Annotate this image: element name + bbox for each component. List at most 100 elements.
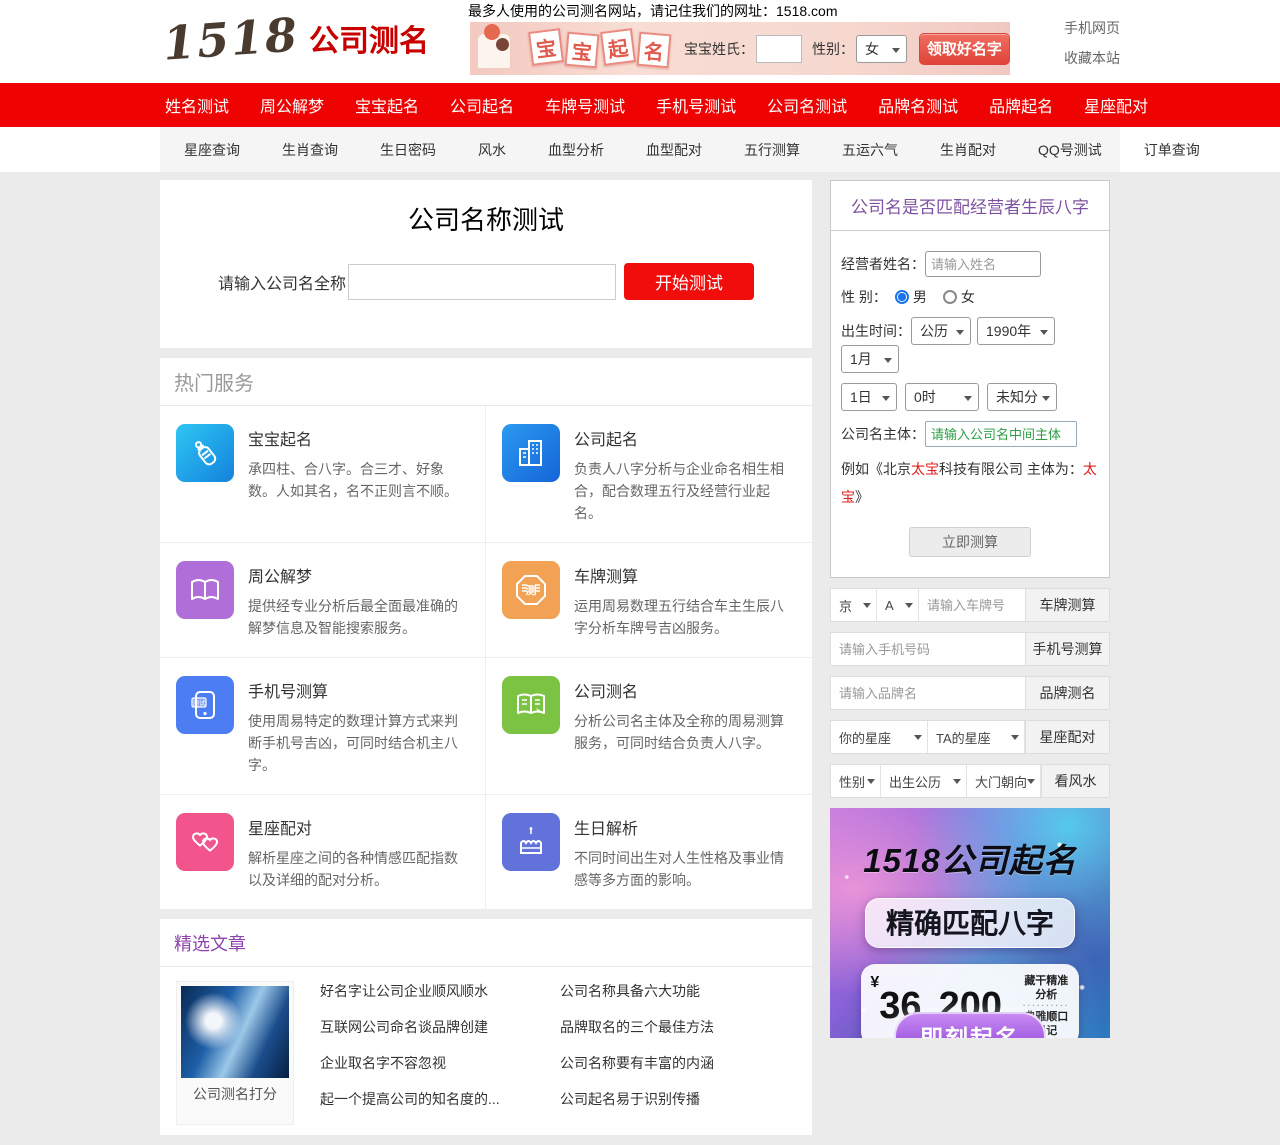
gender-male-label[interactable]: 男 xyxy=(913,287,927,307)
nav-item-brand-naming[interactable]: 品牌起名 xyxy=(989,93,1053,117)
fengshui-button[interactable]: 看风水 xyxy=(1041,765,1109,797)
service-title[interactable]: 车牌测算 xyxy=(574,563,796,587)
gender-female-radio[interactable] xyxy=(943,290,957,304)
nav-item-zodiac-match[interactable]: 星座配对 xyxy=(1084,93,1148,117)
article-link[interactable]: 公司名称具备六大功能 xyxy=(560,981,800,1001)
year-select[interactable]: 1990年 xyxy=(977,317,1055,345)
company-name-test-panel: 公司名称测试 请输入公司名全称 开始测试 xyxy=(160,180,812,348)
plate-letter-select[interactable]: A xyxy=(877,589,919,621)
service-desc: 运用周易数理五行结合车主生辰八字分析车牌号吉凶服务。 xyxy=(574,595,796,639)
birth-time-label: 出生时间： xyxy=(841,321,911,341)
nav-item-name-test[interactable]: 姓名测试 xyxy=(165,93,229,117)
service-desc: 分析公司名主体及全称的周易测算服务，可同时结合负责人八字。 xyxy=(574,710,796,754)
baby-naming-banner[interactable]: 宝 宝 起 名 宝宝姓氏： 性别： 女 领取好名字 xyxy=(470,22,1010,75)
bazi-match-panel: 公司名是否匹配经营者生辰八字 经营者姓名： 性 别： 男 女 出生时间： 公历 … xyxy=(830,180,1110,578)
subnav-item-constellation[interactable]: 星座查询 xyxy=(184,140,240,160)
service-card-company-naming[interactable]: 公司起名 负责人八字分析与企业命名相生相合，配合数理五行及经营行业起名。 xyxy=(486,406,812,543)
phone-number-input[interactable] xyxy=(831,633,1025,665)
article-link[interactable]: 公司起名易于识别传播 xyxy=(560,1089,800,1109)
subnav-item-order-query[interactable]: 订单查询 xyxy=(1144,140,1200,160)
svg-text:测试: 测试 xyxy=(193,698,207,707)
get-name-button[interactable]: 领取好名字 xyxy=(919,33,1010,65)
nav-item-brand-name-test[interactable]: 品牌名测试 xyxy=(878,93,958,117)
nav-item-company-name-test[interactable]: 公司名测试 xyxy=(767,93,847,117)
subnav-item-wuyun[interactable]: 五运六气 xyxy=(842,140,898,160)
operator-name-input[interactable] xyxy=(925,251,1041,277)
site-notice: 最多人使用的公司测名网站，请记住我们的网址：1518.com xyxy=(468,1,837,21)
service-title[interactable]: 宝宝起名 xyxy=(248,426,469,450)
service-card-zodiac-match[interactable]: 星座配对 解析星座之间的各种情感匹配指数以及详细的配对分析。 xyxy=(160,795,486,909)
article-link[interactable]: 企业取名字不容忽视 xyxy=(320,1053,560,1073)
article-thumbnail[interactable]: 公司测名打分 xyxy=(176,981,294,1125)
brand-name-input[interactable] xyxy=(831,677,1025,709)
nav-item-plate-test[interactable]: 车牌号测试 xyxy=(545,93,625,117)
site-logo[interactable]: 1518 公司测名 xyxy=(163,16,429,62)
mobile-site-link[interactable]: 手机网页 xyxy=(1064,18,1120,38)
service-card-phone-test[interactable]: 测试 手机号测算 使用周易特定的数理计算方式来判断手机号吉凶，可同时结合机主八字… xyxy=(160,658,486,795)
gender-female-label[interactable]: 女 xyxy=(961,287,975,307)
subnav-item-qq-test[interactable]: QQ号测试 xyxy=(1038,140,1102,160)
start-test-button[interactable]: 开始测试 xyxy=(624,263,754,300)
subnav-item-shengxiao[interactable]: 生肖查询 xyxy=(282,140,338,160)
gender-male-radio[interactable] xyxy=(895,290,909,304)
mother-baby-illustration xyxy=(470,22,522,75)
plate-province-select[interactable]: 京 xyxy=(831,589,877,621)
ta-sign-select[interactable]: TA的星座 xyxy=(928,721,1025,753)
door-direction-select[interactable]: 大门朝向 xyxy=(967,765,1041,797)
service-title[interactable]: 公司测名 xyxy=(574,678,796,702)
plate-test-button[interactable]: 车牌测算 xyxy=(1025,589,1109,621)
hearts-icon xyxy=(176,813,234,871)
bookmark-link[interactable]: 收藏本站 xyxy=(1064,48,1120,68)
plate-number-input[interactable] xyxy=(919,589,1025,621)
service-title[interactable]: 星座配对 xyxy=(248,815,469,839)
article-link[interactable]: 好名字让公司企业顺风顺水 xyxy=(320,981,560,1001)
company-subject-label: 公司名主体： xyxy=(841,424,925,444)
subnav-item-wuxing[interactable]: 五行测算 xyxy=(744,140,800,160)
baby-surname-input[interactable] xyxy=(756,35,802,63)
subnav-item-blood-match[interactable]: 血型配对 xyxy=(646,140,702,160)
baby-gender-select[interactable]: 女 xyxy=(856,35,907,63)
minute-select[interactable]: 未知分 xyxy=(987,383,1057,411)
nav-item-baby-naming[interactable]: 宝宝起名 xyxy=(355,93,419,117)
calculate-now-button[interactable]: 立即测算 xyxy=(909,527,1031,557)
service-card-plate-test[interactable]: 测 车牌测算 运用周易数理五行结合车主生辰八字分析车牌号吉凶服务。 xyxy=(486,543,812,658)
fengshui-birth-select[interactable]: 出生公历 xyxy=(881,765,967,797)
name-now-button[interactable]: 即刻起名 xyxy=(894,1012,1046,1038)
thumbnail-caption[interactable]: 公司测名打分 xyxy=(181,1084,289,1104)
phone-test-button[interactable]: 手机号测算 xyxy=(1025,633,1109,665)
service-title[interactable]: 手机号测算 xyxy=(248,678,469,702)
nav-item-phone-test[interactable]: 手机号测试 xyxy=(656,93,736,117)
service-card-baby-naming[interactable]: 宝宝起名 承四柱、合八字。合三才、好象数。人如其名，名不正则言不顺。 xyxy=(160,406,486,543)
article-link[interactable]: 互联网公司命名谈品牌创建 xyxy=(320,1017,560,1037)
baby-gender-value: 女 xyxy=(865,39,879,59)
brand-test-button[interactable]: 品牌测名 xyxy=(1025,677,1109,709)
ad-note-divider: ·········· xyxy=(1023,1002,1070,1010)
subnav-item-birthday-code[interactable]: 生日密码 xyxy=(380,140,436,160)
service-card-dream[interactable]: 周公解梦 提供经专业分析后最全面最准确的解梦信息及智能搜索服务。 xyxy=(160,543,486,658)
company-naming-ad[interactable]: 1518公司起名 精确匹配八字 ¥ 36 元 200 个 藏干精准分析 ····… xyxy=(830,808,1110,1038)
article-link[interactable]: 品牌取名的三个最佳方法 xyxy=(560,1017,800,1037)
service-card-company-name-test[interactable]: 公司测名 分析公司名主体及全称的周易测算服务，可同时结合负责人八字。 xyxy=(486,658,812,795)
article-link[interactable]: 公司名称要有丰富的内涵 xyxy=(560,1053,800,1073)
zodiac-match-widget: 你的星座 TA的星座 星座配对 xyxy=(830,720,1110,754)
hour-select[interactable]: 0时 xyxy=(905,383,979,411)
company-subject-input[interactable] xyxy=(925,421,1077,447)
zodiac-match-button[interactable]: 星座配对 xyxy=(1025,721,1109,753)
nav-item-dream[interactable]: 周公解梦 xyxy=(260,93,324,117)
nav-item-company-naming[interactable]: 公司起名 xyxy=(450,93,514,117)
calendar-select[interactable]: 公历 xyxy=(911,317,971,345)
day-select[interactable]: 1日 xyxy=(841,383,897,411)
company-name-input[interactable] xyxy=(348,264,616,300)
phone-icon: 测试 xyxy=(176,676,234,734)
month-select[interactable]: 1月 xyxy=(841,345,899,373)
fengshui-gender-select[interactable]: 性别 xyxy=(831,765,881,797)
subnav-item-shengxiao-match[interactable]: 生肖配对 xyxy=(940,140,996,160)
your-sign-select[interactable]: 你的星座 xyxy=(831,721,928,753)
subnav-item-blood-analysis[interactable]: 血型分析 xyxy=(548,140,604,160)
subnav-item-fengshui[interactable]: 风水 xyxy=(478,140,506,160)
service-title[interactable]: 周公解梦 xyxy=(248,563,469,587)
service-card-birthday[interactable]: 生日解析 不同时间出生对人生性格及事业情感等多方面的影响。 xyxy=(486,795,812,909)
service-title[interactable]: 生日解析 xyxy=(574,815,796,839)
service-title[interactable]: 公司起名 xyxy=(574,426,796,450)
article-link[interactable]: 起一个提高公司的知名度的... xyxy=(320,1089,560,1109)
